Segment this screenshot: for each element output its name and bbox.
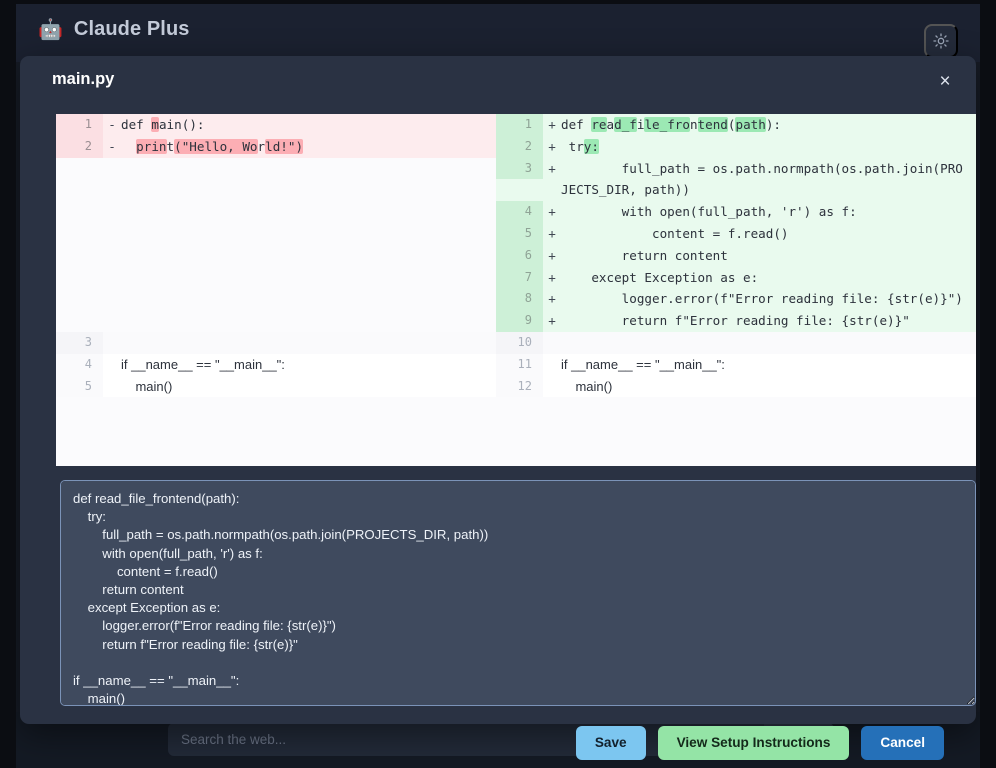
diff-line-code: main() (121, 378, 173, 394)
diff-line-code: if __name__ == "__main__": (561, 356, 725, 372)
diff-line-spacer (56, 157, 496, 180)
diff-line-marker: + (548, 204, 556, 220)
diff-line-marker: + (548, 291, 556, 307)
code-editor-textarea[interactable] (60, 480, 976, 706)
diff-line-code: def read_file_frontend(path): (561, 117, 781, 132)
diff-line-number: 10 (496, 331, 543, 354)
diff-line-code: with open(full_path, 'r') as f: (561, 204, 857, 220)
diff-line-spacer (56, 222, 496, 245)
diff-line-number: 1 (56, 114, 103, 136)
app-title: Claude Plus (73, 18, 190, 40)
diff-line-number: 1 (496, 114, 543, 136)
brand: 🤖 Claude Plus (38, 18, 189, 41)
diff-line-marker: + (548, 117, 556, 132)
diff-line-number: 7 (496, 266, 543, 289)
diff-line: 5 + content = f.read() (496, 222, 976, 245)
diff-line: 3 + full_path = os.path.normpath(os.path.… (496, 157, 976, 202)
diff-line-marker: + (548, 225, 556, 241)
diff-line: 2 + try: (496, 135, 976, 158)
diff-line-number: 12 (496, 375, 543, 398)
save-button[interactable]: Save (575, 726, 646, 760)
view-setup-instructions-button[interactable]: View Setup Instructions (657, 726, 850, 760)
diff-change-highlight: ("Hello, Wo (174, 138, 258, 154)
diff-change-highlight: m (151, 117, 159, 132)
diff-line-spacer (56, 244, 496, 267)
diff-line: 6 + return content (496, 244, 976, 267)
diff-pane-original: 1- def main(): 2- print("Hello, World!") 3 4… (56, 114, 496, 466)
diff-line-number: 5 (56, 375, 103, 398)
diff-line: 1- def main(): (56, 114, 496, 136)
diff-line-marker: + (548, 313, 556, 329)
diff-line-marker: + (548, 160, 556, 176)
diff-line: 12 main() (496, 375, 976, 398)
diff-line: 4 if __name__ == "__main__": (56, 353, 496, 376)
diff-line-code: try: (561, 138, 599, 154)
diff-viewer: 1- def main(): 2- print("Hello, World!") 3 4… (56, 112, 976, 466)
diff-line-number: 6 (496, 244, 543, 267)
close-icon[interactable]: × (930, 66, 960, 96)
diff-line-code: def main(): (121, 117, 205, 132)
diff-line: 2- print("Hello, World!") (56, 135, 496, 158)
diff-change-highlight: ld!") (265, 138, 304, 154)
diff-change-highlight: prin (136, 138, 167, 154)
app-header: 🤖 Claude Plus (16, 4, 980, 62)
diff-line-number: 4 (56, 353, 103, 376)
diff-line-spacer (56, 310, 496, 332)
diff-change-highlight: d_f (614, 117, 637, 132)
diff-line-code: logger.error(f"Error reading file: {str(… (561, 291, 963, 307)
diff-pane-modified: 1 + def read_file_frontend(path): 2 + try: 3 +… (496, 114, 976, 466)
diff-change-highlight: re (591, 117, 607, 132)
diff-line: 3 (56, 331, 496, 354)
robot-icon: 🤖 (38, 18, 63, 41)
file-editor-modal: main.py × 1- def main(): 2- print("Hello, … (20, 56, 976, 760)
diff-line-marker: - (108, 138, 116, 154)
diff-line-number: 3 (56, 331, 103, 354)
diff-line-number: 2 (496, 135, 543, 158)
diff-line-spacer (56, 179, 496, 202)
diff-line-code: print("Hello, World!") (136, 138, 304, 154)
modal-header: main.py × (20, 56, 976, 106)
theme-toggle-button[interactable] (924, 24, 958, 58)
modal-title: main.py (52, 70, 115, 88)
diff-line-code: main() (561, 378, 613, 394)
app-window: 🤖 Claude Plus Search main.py (16, 4, 980, 768)
diff-line-spacer (56, 201, 496, 223)
diff-line: 10 (496, 331, 976, 354)
diff-line-marker: + (548, 138, 556, 154)
modal-footer: Save View Setup Instructions Cancel (575, 726, 944, 760)
diff-line: 5 main() (56, 375, 496, 398)
diff-change-highlight: path (735, 117, 766, 132)
diff-line-number: 3 (496, 157, 543, 180)
diff-line-marker: - (108, 117, 116, 132)
diff-line-marker: + (548, 247, 556, 263)
diff-line-code: full_path = os.path.normpath(os.path.joi… (561, 160, 963, 198)
diff-line-number: 9 (496, 310, 543, 332)
sun-icon (933, 33, 949, 49)
diff-line-code: return f"Error reading file: {str(e)}" (561, 313, 910, 329)
diff-line-spacer (56, 288, 496, 311)
diff-change-highlight: tend (697, 117, 728, 132)
diff-line-code: content = f.read() (561, 225, 789, 241)
diff-line-spacer (56, 266, 496, 289)
diff-line-number: 4 (496, 201, 543, 223)
diff-line: 4 + with open(full_path, 'r') as f: (496, 201, 976, 223)
diff-line: 8 + logger.error(f"Error reading file: {s… (496, 288, 976, 311)
diff-line-number: 5 (496, 222, 543, 245)
diff-change-highlight: le_fro (644, 117, 690, 132)
diff-line-marker: + (548, 269, 556, 285)
diff-line: 11 if __name__ == "__main__": (496, 353, 976, 376)
diff-line: 9 + return f"Error reading file: {str(e)}… (496, 310, 976, 332)
diff-line: 1 + def read_file_frontend(path): (496, 114, 976, 136)
diff-line-code: if __name__ == "__main__": (121, 356, 285, 372)
diff-line-number: 11 (496, 353, 543, 376)
diff-line-code: return content (561, 247, 728, 263)
diff-line-number: 8 (496, 288, 543, 311)
diff-line: 7 + except Exception as e: (496, 266, 976, 289)
diff-line-number: 2 (56, 135, 103, 158)
editor-container (60, 480, 976, 706)
cancel-button[interactable]: Cancel (861, 726, 944, 760)
diff-change-highlight: y: (583, 138, 599, 154)
diff-line-code: except Exception as e: (561, 269, 759, 285)
